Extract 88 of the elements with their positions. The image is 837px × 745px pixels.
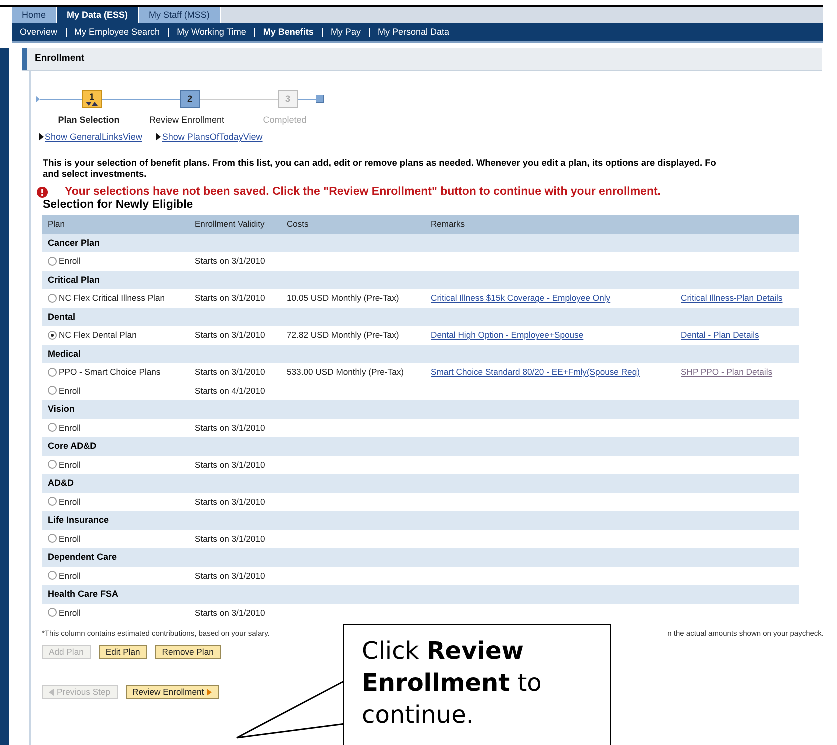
step-number: 3 [278,90,298,108]
group-name: Dependent Care [48,552,118,562]
table-cell-text: Starts on 3/1/2010 [195,293,266,304]
step-number: 1 [82,90,102,108]
intro-text: This is your selection of benefit plans. From this list, you can add, edit or remove plans as needed. Whenever you edit a plan, its options are displayed. Fo and select investments. [43,158,718,180]
table-cell-text: Starts on 3/1/2010 [195,460,266,470]
radio-button[interactable] [48,571,57,580]
step-label: Plan Selection [58,115,120,125]
right-arrow-icon [207,688,212,696]
plan-radio[interactable]: Enroll [48,570,195,581]
table-cell-text: Starts on 3/1/2010 [195,367,266,378]
panel-title: Enrollment [34,52,85,66]
remark-link[interactable]: Smart Choice Standard 80/20 - EE+Fmly(Spouse Req) [431,367,681,378]
table-cell-text: Starts on 3/1/2010 [195,496,266,507]
error-icon [37,186,48,198]
radio-button[interactable] [48,423,57,432]
plan-radio[interactable]: Enroll [48,534,195,544]
triangle-icon [156,133,162,141]
details-link[interactable]: Dental - Plan Details [681,330,805,340]
callout-box: Click Review Enrollment to continue. [343,624,611,745]
nav-link[interactable]: My Working Time [177,27,246,37]
table-cell-text: Starts on 3/1/2010 [195,330,266,340]
radio-button[interactable] [48,497,57,506]
step-label: Completed [263,115,307,125]
step-button[interactable]: Review Enrollment [126,685,220,699]
plan-radio[interactable]: Enroll [48,256,195,266]
table-cell-text: Starts on 3/1/2010 [195,534,266,544]
radio-button[interactable] [48,386,57,396]
plan-radio[interactable]: Enroll [48,460,195,470]
plan-radio[interactable]: NC Flex Critical Illness Plan [48,293,195,304]
table-cell-text: 533.00 USD Monthly (Pre-Tax) [287,367,406,378]
plan-radio[interactable]: Enroll [48,496,195,507]
group-name: Medical [48,348,82,359]
table-cell-text: 10.05 USD Monthly (Pre-Tax) [287,293,400,304]
radio-button[interactable] [48,534,57,544]
nav-link[interactable]: Overview [20,27,58,37]
nav-tab[interactable]: Home [12,7,58,23]
section-title: Selection for Newly Eligible [43,199,194,211]
action-button[interactable]: Edit Plan [98,645,148,659]
column-header: Enrollment Validity [195,219,266,230]
group-name: Health Care FSA [48,589,120,600]
plan-radio[interactable]: PPO - Smart Choice Plans [48,367,195,378]
plan-radio[interactable]: Enroll [48,422,195,433]
group-name: Dental [48,312,77,322]
radio-button[interactable] [48,256,57,266]
radio-button[interactable] [48,294,57,303]
header-accent-bar [22,48,27,70]
nav-link[interactable]: My Personal Data [378,27,450,37]
nav-link[interactable]: My Benefits [263,27,314,37]
radio-button[interactable] [48,608,57,618]
left-arrow-icon [49,688,54,696]
table-cell-text: Starts on 4/1/2010 [195,386,266,396]
step-number: 2 [180,90,200,108]
group-name: Cancer Plan [48,238,102,248]
radio-button[interactable] [48,368,57,377]
column-header: Costs [287,219,310,230]
group-name: Core AD&D [48,441,98,452]
table-cell-text: Starts on 3/1/2010 [195,608,266,618]
table-cell-text: Starts on 3/1/2010 [195,256,266,266]
details-link[interactable]: Critical Illness-Plan Details [681,293,805,304]
plan-radio[interactable]: NC Flex Dental Plan [48,330,195,340]
table-cell-text: Starts on 3/1/2010 [195,422,266,433]
step-label: Review Enrollment [149,115,225,125]
nav-link[interactable]: My Employee Search [74,27,160,37]
group-name: Vision [48,404,76,414]
view-link[interactable]: Show PlansOfTodayView [156,132,263,142]
group-name: AD&D [48,478,75,488]
plan-radio[interactable]: Enroll [48,608,195,618]
radio-button[interactable] [48,330,57,340]
group-name: Life Insurance [48,515,110,526]
table-cell-text: 72.82 USD Monthly (Pre-Tax) [287,330,400,340]
action-button[interactable]: Remove Plan [155,645,221,659]
nav-link[interactable]: My Pay [330,27,361,37]
nav-tab[interactable]: My Data (ESS) [57,7,140,23]
plan-radio[interactable]: Enroll [48,386,195,396]
current-step-icon [86,102,98,106]
radio-button[interactable] [48,460,57,470]
details-link[interactable]: SHP PPO - Plan Details [681,367,805,378]
view-link[interactable]: Show GeneralLinksView [39,132,142,142]
column-header: Plan [48,219,66,230]
remark-link[interactable]: Critical Illness $15k Coverage - Employee Only [431,293,681,304]
error-message: Your selections have not been saved. Click the "Review Enrollment" button to continue with your enrollment. [65,186,662,198]
column-header: Remarks [431,219,466,230]
table-cell-text: Starts on 3/1/2010 [195,570,266,581]
triangle-icon [39,133,44,141]
nav-tab[interactable]: My Staff (MSS) [139,7,221,23]
group-name: Critical Plan [48,274,102,285]
remark-link[interactable]: Dental High Option - Employee+Spouse [431,330,681,340]
